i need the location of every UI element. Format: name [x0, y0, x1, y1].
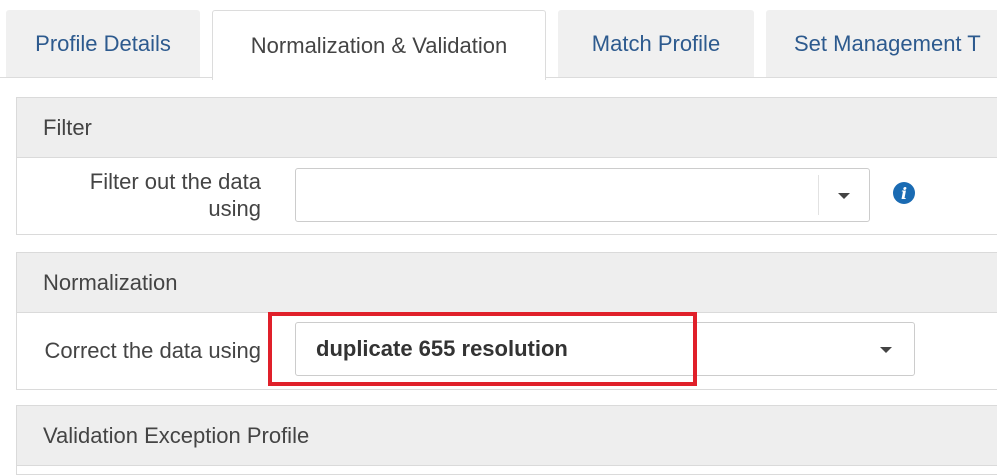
normalization-panel: Normalization Correct the data using dup… [16, 252, 997, 390]
validation-panel-title: Validation Exception Profile [43, 422, 310, 448]
tab-profile-details[interactable]: Profile Details [6, 10, 200, 78]
chevron-down-icon[interactable] [838, 193, 850, 199]
normalization-select-value: duplicate 655 resolution [316, 336, 568, 361]
info-icon[interactable]: i [893, 182, 915, 204]
tab-match-profile[interactable]: Match Profile [558, 10, 754, 78]
filter-field-label: Filter out the data using [89, 169, 261, 221]
normalization-select[interactable]: duplicate 655 resolution [295, 322, 915, 376]
normalization-panel-title: Normalization [43, 269, 178, 295]
normalization-field-label: Correct the data using [44, 338, 261, 363]
filter-panel-header: Filter [17, 98, 997, 158]
chevron-down-icon[interactable] [880, 347, 892, 353]
filter-panel-title: Filter [43, 114, 92, 140]
tab-bar: Profile Details Normalization & Validati… [0, 0, 997, 80]
tab-normalization-validation[interactable]: Normalization & Validation [212, 10, 546, 80]
validation-panel: Validation Exception Profile [16, 405, 997, 475]
filter-panel: Filter Filter out the data using i [16, 97, 997, 235]
normalization-panel-header: Normalization [17, 253, 997, 313]
filter-select[interactable] [295, 168, 870, 222]
filter-select-separator [818, 175, 819, 215]
tab-set-management[interactable]: Set Management T [766, 10, 997, 78]
validation-panel-header: Validation Exception Profile [17, 406, 997, 466]
